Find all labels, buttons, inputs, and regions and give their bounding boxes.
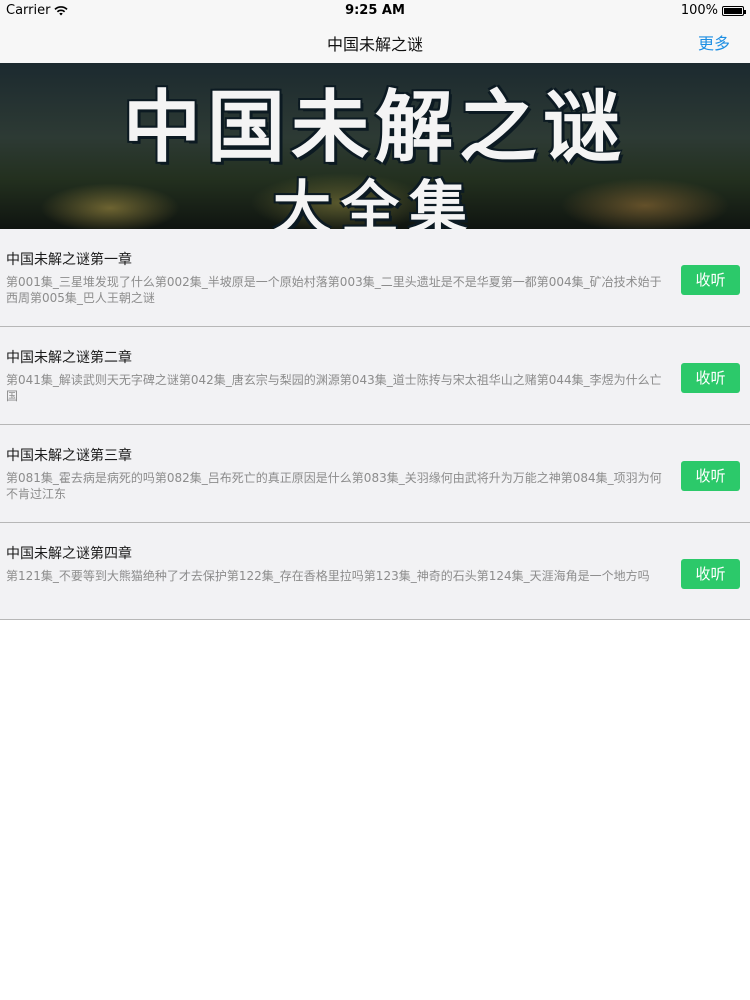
list-item[interactable]: 中国未解之谜第三章 第081集_霍去病是病死的吗第082集_吕布死亡的真正原因是… bbox=[0, 425, 750, 523]
listen-button[interactable]: 收听 bbox=[681, 363, 740, 393]
listen-button[interactable]: 收听 bbox=[681, 265, 740, 295]
chapter-description: 第001集_三星堆发现了什么第002集_半坡原是一个原始村落第003集_二里头遗… bbox=[6, 275, 662, 305]
chapter-title: 中国未解之谜第三章 bbox=[6, 448, 132, 464]
list-item[interactable]: 中国未解之谜第四章 第121集_不要等到大熊猫绝种了才去保护第122集_存在香格… bbox=[0, 523, 750, 620]
battery-icon bbox=[722, 5, 746, 16]
list-item[interactable]: 中国未解之谜第二章 第041集_解读武则天无字碑之谜第042集_唐玄宗与梨园的渊… bbox=[0, 327, 750, 425]
chapter-description: 第121集_不要等到大熊猫绝种了才去保护第122集_存在香格里拉吗第123集_神… bbox=[6, 569, 650, 583]
chapter-title: 中国未解之谜第一章 bbox=[6, 252, 132, 268]
more-button[interactable]: 更多 bbox=[698, 30, 730, 54]
navigation-bar: 中国未解之谜 更多 bbox=[0, 20, 750, 63]
chapter-title: 中国未解之谜第四章 bbox=[6, 546, 132, 562]
chapter-description: 第041集_解读武则天无字碑之谜第042集_唐玄宗与梨园的渊源第043集_道士陈… bbox=[6, 373, 662, 403]
banner-subtitle: 大全集 bbox=[272, 174, 477, 229]
listen-button[interactable]: 收听 bbox=[681, 559, 740, 589]
battery-percent: 100% bbox=[680, 3, 718, 18]
listen-button[interactable]: 收听 bbox=[681, 461, 740, 491]
status-time: 9:25 AM bbox=[345, 3, 405, 18]
chapter-list: 中国未解之谜第一章 第001集_三星堆发现了什么第002集_半坡原是一个原始村落… bbox=[0, 229, 750, 620]
battery-info: 100% bbox=[680, 3, 746, 18]
chapter-description: 第081集_霍去病是病死的吗第082集_吕布死亡的真正原因是什么第083集_关羽… bbox=[6, 471, 662, 501]
banner-image[interactable]: 中国未解之谜 大全集 bbox=[0, 63, 750, 229]
page-title: 中国未解之谜 bbox=[326, 35, 423, 54]
chapter-title: 中国未解之谜第二章 bbox=[6, 350, 132, 366]
status-bar: Carrier 9:25 AM 100% bbox=[0, 0, 750, 20]
list-item[interactable]: 中国未解之谜第一章 第001集_三星堆发现了什么第002集_半坡原是一个原始村落… bbox=[0, 229, 750, 327]
